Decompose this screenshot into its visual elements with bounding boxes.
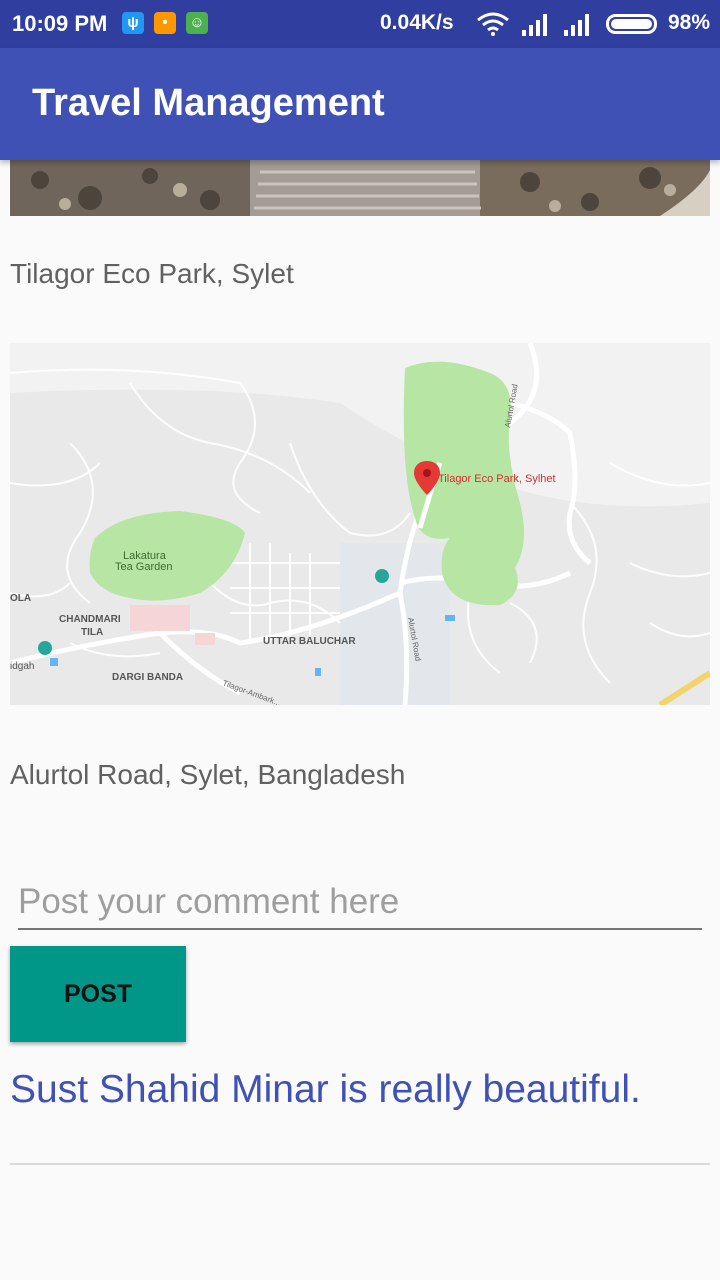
comment-divider [10,1163,710,1165]
place-address: Alurtol Road, Sylet, Bangladesh [10,759,406,790]
app-bar: Travel Management [0,48,720,160]
map-label: TILA [81,627,103,638]
status-time: 10:09 PM [12,11,108,36]
comment-input[interactable] [18,876,702,930]
comment-text: Sust Shahid Minar is really beautiful. [10,1068,641,1111]
post-button[interactable]: POST [10,946,186,1042]
chat-icon: • [154,12,176,34]
place-name: Tilagor Eco Park, Sylet [10,258,294,289]
battery-percent: 98% [668,11,711,34]
map-label: Tea Garden [115,561,172,573]
battery-icon [606,14,657,34]
map-label: idgah [10,661,34,672]
signal-icon [564,14,589,36]
map-label: UTTAR BALUCHAR [263,636,356,647]
signal-icon [522,14,547,36]
map-label: OLA [10,593,31,604]
usb-icon: ψ [122,12,144,34]
status-bar: 10:09 PM ψ • ☺ 0.04K/s 98% [0,0,720,48]
android-icon: ☺ [186,12,208,34]
app-title: Travel Management [32,82,385,124]
map-marker-label: Tilagor Eco Park, Sylhet [438,473,556,485]
location-map[interactable]: Tilagor Eco Park, Sylhet Lakatura Tea Ga… [10,343,710,705]
map-label: CHANDMARI [59,614,121,625]
network-speed: 0.04K/s [380,11,454,34]
map-label: DARGI BANDA [112,672,183,683]
place-photo [10,160,710,216]
wifi-icon [477,12,509,36]
